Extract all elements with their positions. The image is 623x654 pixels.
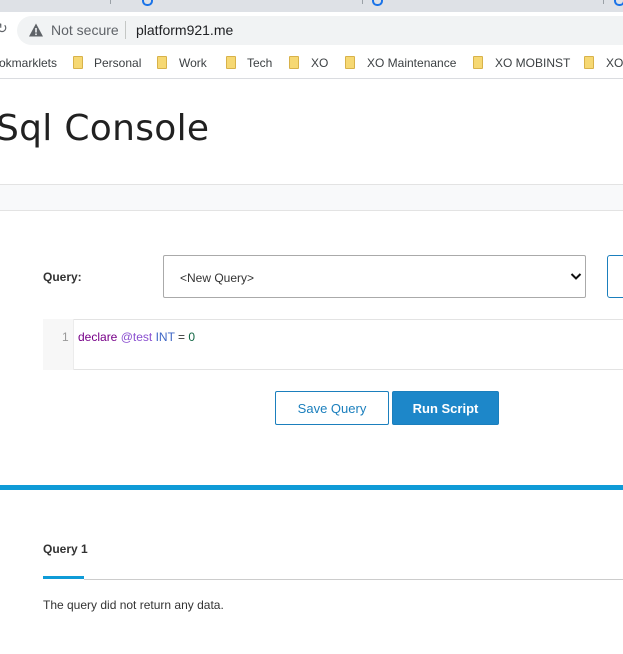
tab-rule: [84, 579, 623, 580]
bookmark-bookmarklets[interactable]: okmarklets: [0, 56, 57, 70]
security-status[interactable]: Not secure: [51, 22, 119, 38]
bookmark-tech[interactable]: Tech: [247, 56, 272, 70]
bookmark-xo-other[interactable]: XO: [606, 56, 623, 70]
page-title: Sql Console: [0, 108, 210, 149]
sql-editor[interactable]: [43, 319, 623, 370]
folder-icon: [157, 56, 167, 69]
run-script-button[interactable]: Run Script: [392, 391, 499, 425]
code-type: INT: [155, 330, 175, 344]
code-line[interactable]: declare @test INT = 0: [78, 330, 195, 344]
editor-gutter: [43, 319, 74, 370]
bookmark-xo-maintenance[interactable]: XO Maintenance: [367, 56, 456, 70]
folder-icon: [289, 56, 299, 69]
line-number: 1: [62, 330, 69, 344]
tab-query-1[interactable]: Query 1: [43, 542, 88, 556]
query-select-value[interactable]: <New Query>: [180, 271, 254, 285]
reload-icon[interactable]: ↻: [0, 20, 8, 37]
browser-tab-strip: [0, 0, 623, 12]
code-number: 0: [188, 330, 196, 344]
tab-favicon-icon: [614, 0, 623, 6]
side-action-button[interactable]: [607, 255, 623, 298]
bookmark-personal[interactable]: Personal: [94, 56, 141, 70]
warning-icon[interactable]: [28, 22, 44, 38]
code-operator: =: [178, 330, 186, 344]
folder-icon: [473, 56, 483, 69]
omnibox-separator: [125, 21, 126, 39]
save-query-button[interactable]: Save Query: [275, 391, 389, 425]
section-divider: [0, 485, 623, 490]
bookmark-xo-mobinst[interactable]: XO MOBINST: [495, 56, 570, 70]
bookmark-xo[interactable]: XO: [311, 56, 328, 70]
result-message: The query did not return any data.: [43, 598, 224, 612]
code-keyword: declare: [78, 330, 118, 344]
folder-icon: [226, 56, 236, 69]
query-label: Query:: [43, 270, 82, 284]
folder-icon: [73, 56, 83, 69]
folder-icon: [345, 56, 355, 69]
chevron-down-icon[interactable]: [568, 268, 584, 284]
folder-icon: [584, 56, 594, 69]
code-variable: @test: [120, 330, 153, 344]
header-band: [0, 184, 623, 211]
active-tab-indicator: [43, 576, 84, 579]
bookmark-work[interactable]: Work: [179, 56, 207, 70]
url-text[interactable]: platform921.me: [136, 22, 233, 38]
browser-tab[interactable]: [0, 0, 604, 4]
